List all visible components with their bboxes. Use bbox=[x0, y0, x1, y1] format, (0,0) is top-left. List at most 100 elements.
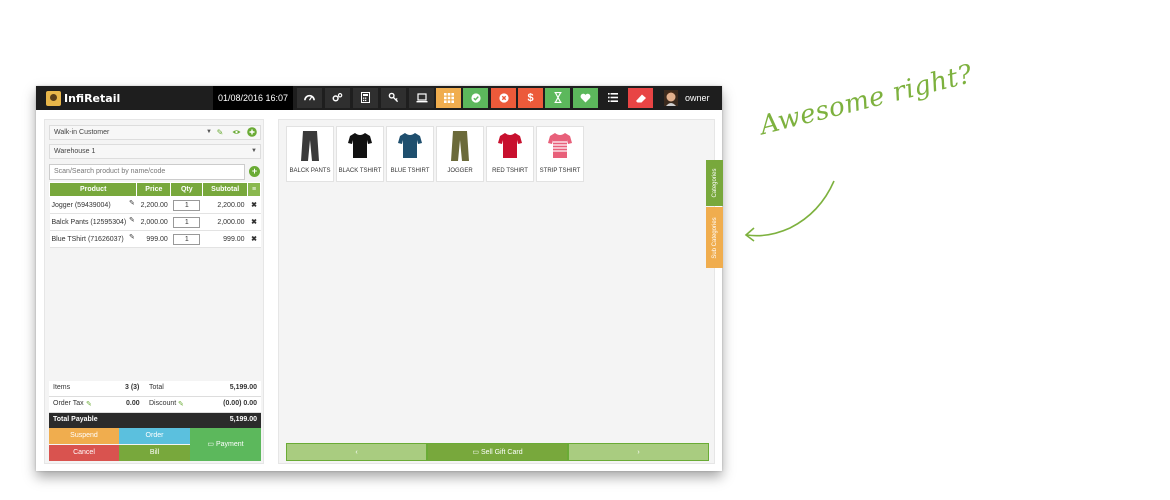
cart-qty-cell: 1 bbox=[170, 213, 203, 231]
favorites-button[interactable] bbox=[573, 88, 598, 108]
previous-page-button[interactable]: ‹ bbox=[286, 443, 427, 461]
col-menu[interactable]: ≡ bbox=[247, 182, 261, 197]
settings-button[interactable] bbox=[325, 88, 350, 108]
cart-product-name: Blue TShirt (71626037) bbox=[51, 235, 124, 243]
col-qty: Qty bbox=[170, 182, 204, 197]
key-button[interactable] bbox=[381, 88, 406, 108]
cart-panel: Walk-in Customer ▼ ✎ Warehouse 1 ▼ Scan/… bbox=[44, 119, 264, 464]
edit-item-icon[interactable]: ✎ bbox=[129, 199, 135, 207]
cancel-button[interactable]: Cancel bbox=[49, 445, 119, 461]
remove-item-icon[interactable]: ✖ bbox=[247, 196, 261, 214]
heart-icon bbox=[580, 93, 591, 103]
edit-item-icon[interactable]: ✎ bbox=[129, 216, 135, 224]
edit-tax-icon[interactable]: ✎ bbox=[86, 400, 92, 408]
product-tile[interactable]: BLACK TSHIRT bbox=[336, 126, 384, 182]
product-tile[interactable]: BALCK PANTS bbox=[286, 126, 334, 182]
col-subtotal: Subtotal bbox=[202, 182, 249, 197]
cancel-sale-button[interactable] bbox=[491, 88, 516, 108]
cart-product-cell: Jogger (59439004) ✎ bbox=[49, 196, 137, 214]
clear-button[interactable] bbox=[628, 88, 653, 108]
cart-price: 2,200.00 bbox=[136, 196, 171, 214]
payment-button[interactable]: ▭ Payment bbox=[190, 428, 261, 461]
total-label: Total bbox=[149, 384, 164, 391]
calculator-button[interactable] bbox=[353, 88, 378, 108]
pos-app-window: InfiRetail 01/08/2016 16:07 $ owner Walk… bbox=[36, 86, 723, 471]
cart-qty-cell: 1 bbox=[170, 196, 203, 214]
approve-button[interactable] bbox=[463, 88, 488, 108]
product-tile[interactable]: RED TSHIRT bbox=[486, 126, 534, 182]
product-name: JOGGER bbox=[447, 168, 473, 174]
totals-box: Items 3 (3) Total 5,199.00 Order Tax ✎ 0… bbox=[49, 381, 261, 428]
subcategories-tab[interactable]: Sub Categories bbox=[706, 207, 723, 268]
product-name: BALCK PANTS bbox=[289, 168, 331, 174]
laptop-button[interactable] bbox=[409, 88, 434, 108]
product-name: BLACK TSHIRT bbox=[338, 168, 382, 174]
col-product: Product bbox=[48, 182, 138, 197]
app-logo[interactable]: InfiRetail bbox=[46, 90, 120, 106]
cart-price: 2,000.00 bbox=[136, 213, 171, 231]
edit-item-icon[interactable]: ✎ bbox=[129, 233, 135, 241]
add-product-icon[interactable]: + bbox=[249, 166, 260, 177]
add-customer-icon[interactable] bbox=[244, 126, 260, 139]
action-buttons: Suspend Order ▭ Payment Cancel Bill bbox=[49, 428, 261, 461]
hourglass-icon bbox=[554, 91, 561, 104]
pants-icon bbox=[301, 131, 319, 161]
total-value: 5,199.00 bbox=[229, 384, 257, 391]
items-total-row: Items 3 (3) Total 5,199.00 bbox=[49, 381, 261, 397]
cash-button[interactable]: $ bbox=[518, 88, 543, 108]
settings-icon bbox=[332, 93, 343, 102]
product-tile[interactable]: BLUE TSHIRT bbox=[386, 126, 434, 182]
product-name: BLUE TSHIRT bbox=[390, 168, 430, 174]
key-icon bbox=[388, 92, 399, 103]
user-name[interactable]: owner bbox=[685, 86, 710, 110]
tshirt-icon bbox=[498, 133, 522, 158]
laptop-icon bbox=[416, 93, 427, 103]
cart-product-name: Jogger (59439004) bbox=[51, 201, 111, 209]
warehouse-select[interactable]: Warehouse 1 ▼ bbox=[49, 144, 261, 159]
tax-discount-row: Order Tax ✎ 0.00 Discount ✎ (0.00) 0.00 bbox=[49, 397, 261, 413]
subcategories-tab-label: Sub Categories bbox=[711, 216, 718, 259]
cart-qty-cell: 1 bbox=[170, 230, 203, 248]
view-customer-icon[interactable] bbox=[228, 126, 244, 139]
qty-input[interactable]: 1 bbox=[173, 216, 201, 228]
product-tile[interactable]: STRIP TSHIRT bbox=[536, 126, 584, 182]
warehouse-value: Warehouse 1 bbox=[54, 148, 96, 155]
list-button[interactable] bbox=[600, 88, 625, 108]
order-button[interactable]: Order bbox=[119, 428, 190, 444]
col-price: Price bbox=[136, 182, 172, 197]
cart-price: 999.00 bbox=[136, 230, 171, 248]
order-tax-label: Order Tax bbox=[53, 400, 84, 407]
next-page-button[interactable]: › bbox=[568, 443, 709, 461]
dollar-icon: $ bbox=[527, 92, 534, 104]
sell-gift-card-button[interactable]: ▭ Sell Gift Card bbox=[427, 443, 568, 461]
suspend-button[interactable]: Suspend bbox=[49, 428, 119, 444]
top-navbar: InfiRetail 01/08/2016 16:07 $ owner bbox=[36, 86, 722, 110]
pants-icon bbox=[451, 131, 469, 161]
qty-input[interactable]: 1 bbox=[173, 199, 201, 211]
bill-button[interactable]: Bill bbox=[119, 445, 190, 461]
items-value: 3 (3) bbox=[125, 384, 140, 391]
table-row: Blue TShirt (71626037) ✎ 999.00 1 999.00… bbox=[49, 230, 261, 248]
items-label: Items bbox=[53, 384, 71, 391]
pending-button[interactable] bbox=[545, 88, 570, 108]
edit-customer-icon[interactable]: ✎ bbox=[212, 126, 228, 139]
edit-discount-icon[interactable]: ✎ bbox=[178, 400, 184, 408]
product-search-input[interactable]: Scan/Search product by name/code bbox=[49, 164, 245, 180]
cart-subtotal: 999.00 bbox=[202, 230, 248, 248]
categories-tab[interactable]: Categories bbox=[706, 160, 723, 206]
cart-table: Product Price Qty Subtotal ≡ Jogger (594… bbox=[48, 182, 261, 248]
annotation-arrow-icon bbox=[744, 180, 835, 242]
payment-label: Payment bbox=[215, 441, 244, 448]
user-avatar[interactable] bbox=[664, 90, 678, 106]
payable-value: 5,199.00 bbox=[229, 416, 257, 423]
product-grid-button[interactable] bbox=[436, 88, 461, 108]
remove-item-icon[interactable]: ✖ bbox=[247, 213, 261, 231]
discount-label: Discount bbox=[149, 400, 177, 407]
remove-item-icon[interactable]: ✖ bbox=[247, 230, 261, 248]
dashboard-button[interactable] bbox=[297, 88, 322, 108]
product-tile[interactable]: JOGGER bbox=[436, 126, 484, 182]
calculator-icon bbox=[361, 92, 370, 103]
customer-select[interactable]: Walk-in Customer ▼ ✎ bbox=[49, 125, 261, 140]
logo-text: InfiRetail bbox=[64, 91, 121, 105]
qty-input[interactable]: 1 bbox=[173, 233, 201, 245]
